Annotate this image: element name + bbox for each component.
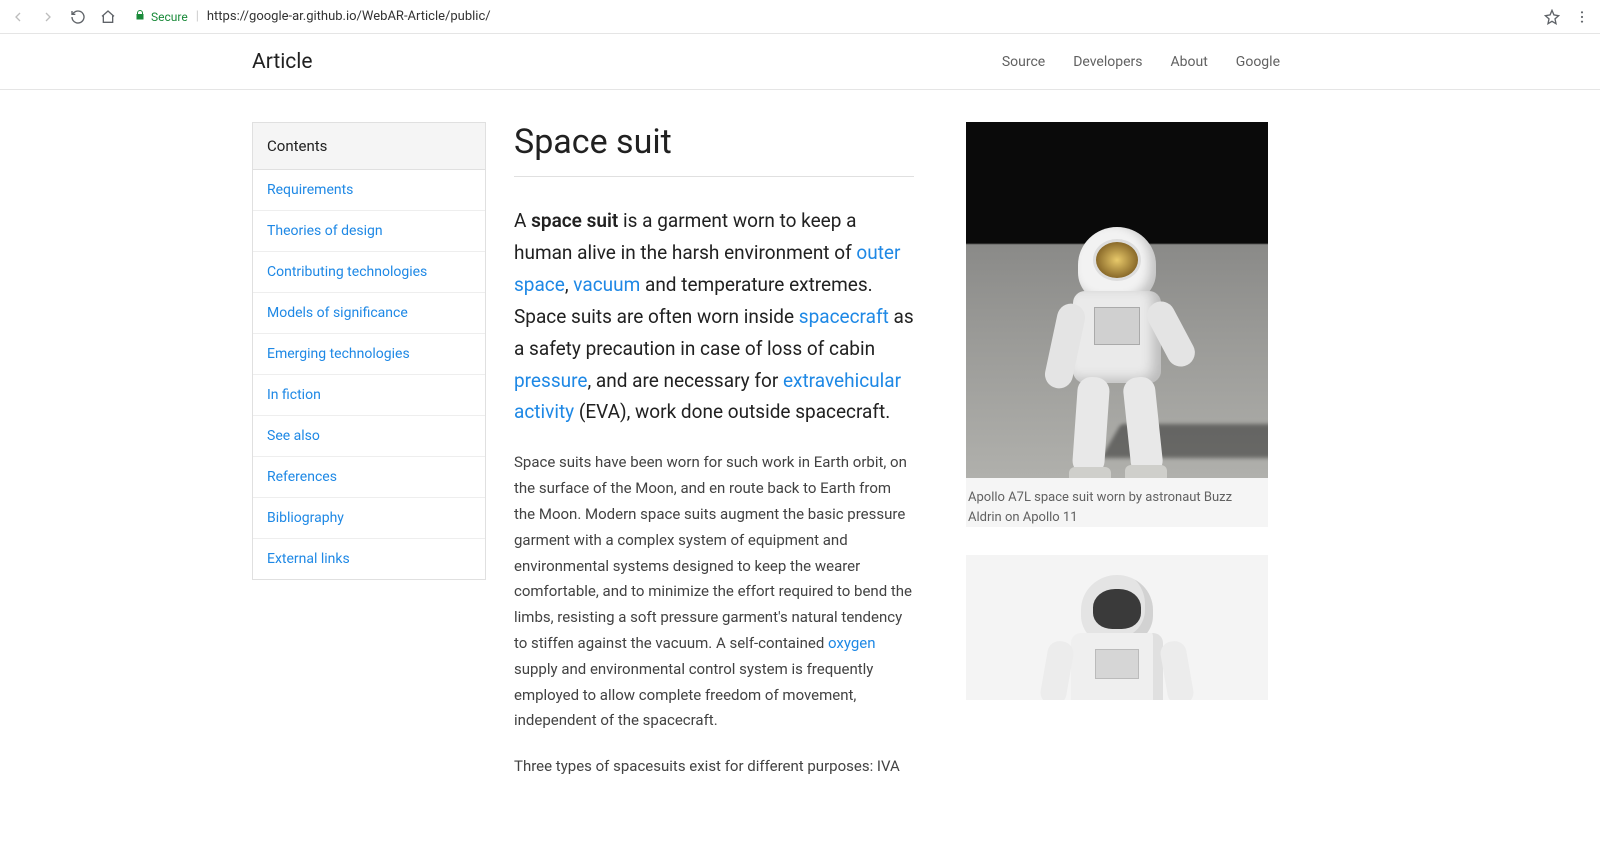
- sidebar-item-references[interactable]: References: [253, 457, 485, 498]
- link-spacecraft[interactable]: spacecraft: [799, 305, 889, 328]
- figure-3d-model: [966, 555, 1268, 700]
- star-icon[interactable]: [1544, 9, 1560, 25]
- sidebar-item-bibliography[interactable]: Bibliography: [253, 498, 485, 539]
- link-vacuum[interactable]: vacuum: [573, 273, 640, 296]
- body-text: supply and environmental control system …: [514, 660, 873, 730]
- nav-source[interactable]: Source: [1002, 54, 1045, 70]
- nav-google[interactable]: Google: [1236, 54, 1280, 70]
- link-pressure[interactable]: pressure: [514, 369, 587, 392]
- site-header: Article Source Developers About Google: [0, 34, 1600, 90]
- nav-about[interactable]: About: [1171, 54, 1208, 70]
- astronaut-moon-image: [966, 122, 1268, 478]
- sidebar-item-contributing[interactable]: Contributing technologies: [253, 252, 485, 293]
- contents-sidebar: Contents Requirements Theories of design…: [252, 122, 486, 580]
- home-icon[interactable]: [100, 9, 116, 25]
- sidebar-item-theories[interactable]: Theories of design: [253, 211, 485, 252]
- astronaut-3d-image[interactable]: [966, 555, 1268, 700]
- page-body: Contents Requirements Theories of design…: [0, 90, 1600, 800]
- article-content: Space suit A space suit is a garment wor…: [514, 122, 914, 800]
- sidebar-item-emerging[interactable]: Emerging technologies: [253, 334, 485, 375]
- page-title: Space suit: [514, 122, 914, 177]
- lead-paragraph: A space suit is a garment worn to keep a…: [514, 205, 914, 428]
- lock-icon: [134, 9, 146, 24]
- url-text: https://google-ar.github.io/WebAR-Articl…: [207, 9, 491, 24]
- reload-icon[interactable]: [70, 9, 86, 25]
- sidebar-item-seealso[interactable]: See also: [253, 416, 485, 457]
- browser-toolbar: Secure | https://google-ar.github.io/Web…: [0, 0, 1600, 34]
- sidebar-item-requirements[interactable]: Requirements: [253, 170, 485, 211]
- forward-icon[interactable]: [40, 9, 56, 25]
- lead-text: A: [514, 209, 531, 232]
- lead-bold: space suit: [531, 209, 618, 232]
- contents-heading: Contents: [253, 123, 485, 170]
- lead-text: (EVA), work done outside spacecraft.: [574, 400, 890, 423]
- link-oxygen[interactable]: oxygen: [828, 634, 876, 652]
- url-separator: |: [196, 9, 199, 24]
- top-nav: Source Developers About Google: [1002, 54, 1560, 70]
- address-bar[interactable]: Secure | https://google-ar.github.io/Web…: [128, 9, 1532, 24]
- menu-icon[interactable]: [1574, 9, 1590, 25]
- body-text: Space suits have been worn for such work…: [514, 453, 912, 652]
- figure-caption: Apollo A7L space suit worn by astronaut …: [966, 478, 1268, 527]
- secure-label: Secure: [151, 10, 188, 24]
- figure-column: Apollo A7L space suit worn by astronaut …: [966, 122, 1268, 728]
- sidebar-item-external[interactable]: External links: [253, 539, 485, 579]
- brand-title[interactable]: Article: [252, 50, 313, 74]
- body-paragraph-2: Space suits have been worn for such work…: [514, 450, 914, 734]
- figure-astronaut-photo: Apollo A7L space suit worn by astronaut …: [966, 122, 1268, 527]
- lead-text: , and are necessary for: [587, 369, 783, 392]
- nav-developers[interactable]: Developers: [1073, 54, 1142, 70]
- back-icon[interactable]: [10, 9, 26, 25]
- browser-nav-buttons: [10, 9, 116, 25]
- sidebar-item-models[interactable]: Models of significance: [253, 293, 485, 334]
- body-paragraph-3: Three types of spacesuits exist for diff…: [514, 754, 914, 780]
- browser-right-controls: [1544, 9, 1590, 25]
- secure-badge: Secure: [134, 9, 188, 24]
- sidebar-item-fiction[interactable]: In fiction: [253, 375, 485, 416]
